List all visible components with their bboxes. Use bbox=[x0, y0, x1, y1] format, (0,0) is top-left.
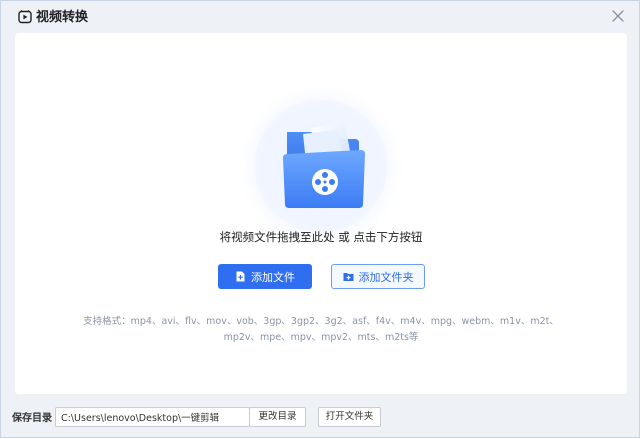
add-file-label: 添加文件 bbox=[251, 270, 295, 284]
formats-line-1: 支持格式：mp4、avi、flv、mov、vob、3gp、3gp2、3g2、as… bbox=[83, 316, 559, 327]
change-directory-button[interactable]: 更改目录 bbox=[249, 407, 306, 427]
window-title: 视频转换 bbox=[36, 10, 89, 25]
save-path-field[interactable] bbox=[55, 407, 250, 427]
add-folder-label: 添加文件夹 bbox=[358, 270, 414, 284]
close-icon[interactable] bbox=[611, 9, 625, 23]
save-directory-bar: 保存目录 更改目录 打开文件夹 bbox=[1, 401, 639, 431]
title-bar: 视频转换 bbox=[1, 1, 639, 31]
drop-hint-text: 将视频文件拖拽至此处 或 点击下方按钮 bbox=[219, 230, 423, 244]
add-folder-icon bbox=[343, 273, 353, 281]
add-file-button[interactable]: 添加文件 bbox=[218, 264, 312, 289]
drop-zone[interactable]: 将视频文件拖拽至此处 或 点击下方按钮 添加文件 添加文件夹 支持格式：mp4、… bbox=[15, 33, 627, 394]
add-file-icon bbox=[236, 271, 245, 282]
supported-formats: 支持格式：mp4、avi、flv、mov、vob、3gp、3gp2、3g2、as… bbox=[75, 314, 567, 346]
save-directory-label: 保存目录 bbox=[12, 413, 52, 424]
add-folder-button[interactable]: 添加文件夹 bbox=[331, 264, 425, 289]
video-convert-window: 视频转换 将视频文件拖拽至此处 或 点击下方按钮 添加文件 添加文件夹 支持格式… bbox=[0, 0, 640, 438]
open-folder-button[interactable]: 打开文件夹 bbox=[318, 407, 381, 427]
formats-line-2: mp2v、mpe、mpv、mpv2、mts、m2ts等 bbox=[223, 332, 419, 343]
video-convert-icon bbox=[18, 10, 32, 24]
